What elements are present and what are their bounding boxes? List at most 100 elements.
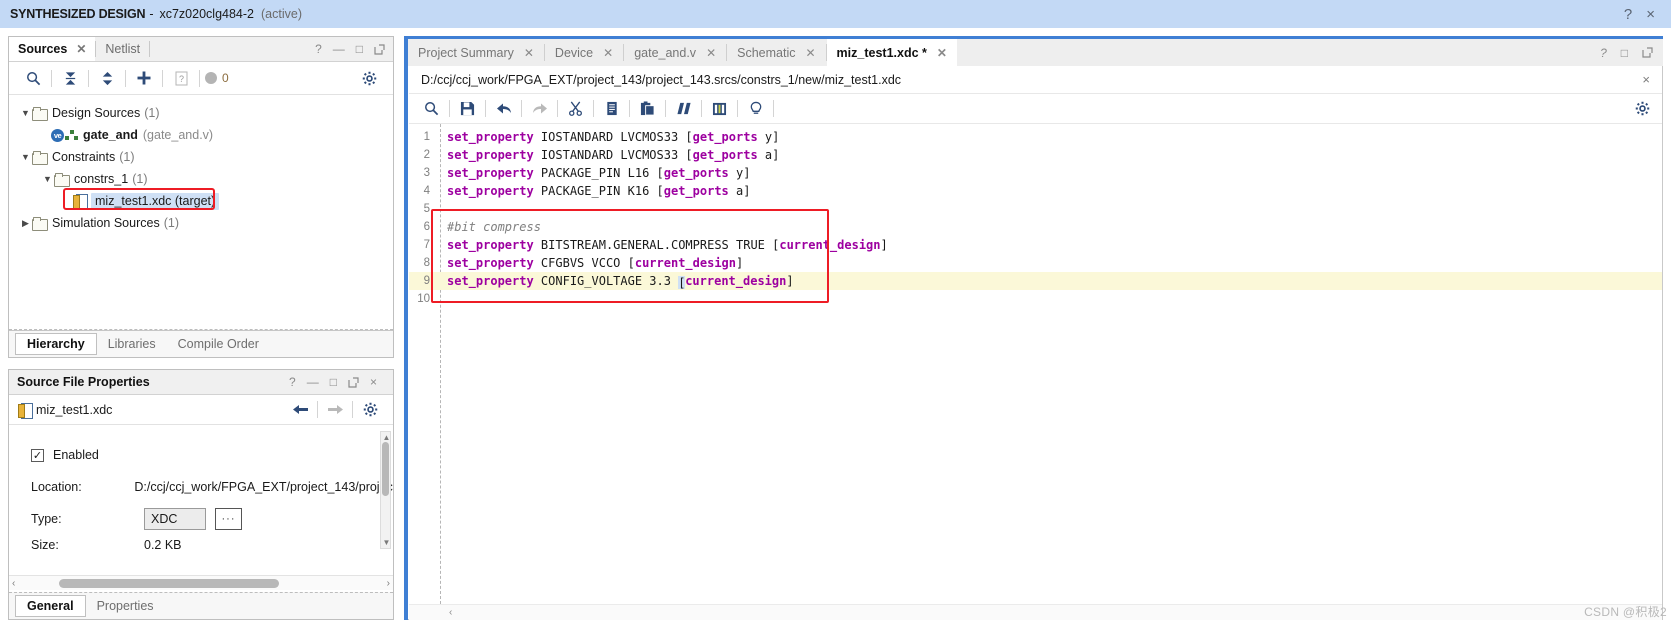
minimize-icon[interactable]: — xyxy=(307,375,319,389)
help-icon[interactable]: ? xyxy=(315,42,322,56)
chevron-down-icon[interactable]: ▼ xyxy=(19,152,32,162)
maximize-icon[interactable]: □ xyxy=(356,42,363,56)
expand-all-icon[interactable] xyxy=(92,66,122,91)
search-icon[interactable] xyxy=(417,96,446,121)
paste-icon[interactable] xyxy=(633,96,662,121)
code-span: current_design xyxy=(685,273,787,288)
tab-properties[interactable]: Properties xyxy=(86,596,165,616)
save-icon[interactable] xyxy=(453,96,482,121)
tab-sources[interactable]: Sources ✕ xyxy=(9,37,96,61)
enabled-checkbox[interactable]: ✓ xyxy=(31,448,44,462)
type-browse-button[interactable]: ··· xyxy=(215,508,242,530)
field-type[interactable]: Type: XDC ··· xyxy=(9,503,393,535)
close-icon[interactable]: ✕ xyxy=(603,46,613,60)
undo-icon[interactable] xyxy=(489,96,518,121)
scroll-down-arrow-icon[interactable]: ▼ xyxy=(381,537,392,548)
svg-text:?: ? xyxy=(178,74,183,84)
tab-device[interactable]: Device ✕ xyxy=(544,39,624,66)
float-icon[interactable] xyxy=(348,376,359,388)
settings-gear-icon[interactable] xyxy=(1633,96,1662,121)
float-icon[interactable] xyxy=(1642,47,1653,58)
scroll-right-arrow-icon[interactable]: › xyxy=(387,578,390,589)
sources-tree[interactable]: ▼ Design Sources (1) ve gate_and (gate_a… xyxy=(9,95,393,327)
maximize-icon[interactable]: □ xyxy=(330,375,337,389)
columns-icon[interactable] xyxy=(705,96,734,121)
add-sources-icon[interactable] xyxy=(129,66,159,91)
banner-device-part: xc7z020clg484-2 xyxy=(159,7,254,21)
banner-help-icon[interactable]: ? xyxy=(1624,6,1632,23)
tab-miz-test1-xdc[interactable]: miz_test1.xdc * ✕ xyxy=(826,39,957,66)
tree-item-design-sources[interactable]: ▼ Design Sources (1) xyxy=(9,102,393,124)
type-value[interactable]: XDC xyxy=(144,508,206,530)
tab-gate-and-v[interactable]: gate_and.v ✕ xyxy=(624,39,727,66)
code-line[interactable]: 10 xyxy=(409,290,1662,308)
float-icon[interactable] xyxy=(374,43,385,55)
bulb-icon[interactable] xyxy=(741,96,770,121)
tab-project-summary[interactable]: Project Summary ✕ xyxy=(408,39,544,66)
maximize-icon[interactable]: □ xyxy=(1621,46,1628,60)
scroll-left-arrow-icon[interactable]: ‹ xyxy=(449,607,452,618)
tab-label: miz_test1.xdc * xyxy=(836,45,927,60)
tree-item-constrs-1[interactable]: ▼ constrs_1 (1) xyxy=(9,168,393,190)
close-icon[interactable]: ✕ xyxy=(706,46,716,60)
scrollbar-thumb[interactable] xyxy=(59,578,280,588)
code-line[interactable]: 2 set_property IOSTANDARD LVCMOS33 [get_p… xyxy=(409,146,1662,164)
code-span: a] xyxy=(728,184,751,198)
close-icon[interactable]: × xyxy=(370,375,377,389)
tab-general[interactable]: General xyxy=(15,595,86,617)
code-line[interactable]: 1 set_property IOSTANDARD LVCMOS33 [get_p… xyxy=(409,128,1662,146)
tree-item-gate-and[interactable]: ve gate_and (gate_and.v) xyxy=(9,124,393,146)
scroll-left-arrow-icon[interactable]: ‹ xyxy=(12,578,15,589)
tree-item-constraints[interactable]: ▼ Constraints (1) xyxy=(9,146,393,168)
code-line[interactable]: 8 set_property CFGBVS VCCO [current_desig… xyxy=(409,254,1662,272)
help-doc-icon[interactable]: ? xyxy=(166,66,196,91)
close-icon[interactable]: ✕ xyxy=(805,46,815,60)
tab-label: Project Summary xyxy=(418,45,514,60)
location-label: Location: xyxy=(31,480,82,494)
close-icon[interactable]: ✕ xyxy=(524,46,534,60)
tab-schematic[interactable]: Schematic ✕ xyxy=(727,39,826,66)
search-icon[interactable] xyxy=(18,66,48,91)
code-line[interactable]: 6 #bit compress xyxy=(409,218,1662,236)
chevron-down-icon[interactable]: ▼ xyxy=(41,174,54,184)
toolbar-divider xyxy=(51,69,52,87)
code-line[interactable]: 5 xyxy=(409,200,1662,218)
tree-item-simulation-sources[interactable]: ▶ Simulation Sources (1) xyxy=(9,212,393,234)
code-line[interactable]: 7 set_property BITSTREAM.GENERAL.COMPRESS… xyxy=(409,236,1662,254)
code-editor[interactable]: 1 set_property IOSTANDARD LVCMOS33 [get_p… xyxy=(409,124,1662,604)
properties-vertical-scrollbar[interactable]: ▲ ▼ xyxy=(380,431,391,549)
settings-gear-icon[interactable] xyxy=(356,399,384,421)
tab-hierarchy[interactable]: Hierarchy xyxy=(15,333,97,355)
cut-icon[interactable] xyxy=(561,96,590,121)
editor-horizontal-scrollbar[interactable]: ‹ xyxy=(409,604,1662,620)
close-icon[interactable]: ✕ xyxy=(76,42,86,56)
code-line[interactable]: 9 set_property CONFIG_VOLTAGE 3.3 [curren… xyxy=(409,272,1662,290)
back-arrow-icon[interactable] xyxy=(286,399,314,421)
tab-netlist[interactable]: Netlist xyxy=(96,37,149,61)
tab-libraries[interactable]: Libraries xyxy=(97,334,167,354)
field-enabled[interactable]: ✓ Enabled xyxy=(9,439,393,471)
code-line[interactable]: 4 set_property PACKAGE_PIN K16 [get_ports… xyxy=(409,182,1662,200)
copy-icon[interactable] xyxy=(597,96,626,121)
code-lines[interactable]: 1 set_property IOSTANDARD LVCMOS33 [get_p… xyxy=(409,128,1662,308)
banner-close-icon[interactable]: × xyxy=(1646,6,1655,23)
properties-horizontal-scrollbar[interactable]: ‹ › xyxy=(9,575,393,590)
code-span: get_ports xyxy=(692,148,758,162)
close-icon[interactable]: × xyxy=(1642,72,1662,87)
scrollbar-track[interactable] xyxy=(19,578,382,588)
help-icon[interactable]: ? xyxy=(289,375,296,389)
comment-icon[interactable] xyxy=(669,96,698,121)
minimize-icon[interactable]: — xyxy=(333,42,345,56)
line-number: 7 xyxy=(423,239,430,251)
chevron-right-icon[interactable]: ▶ xyxy=(19,218,32,229)
close-icon[interactable]: ✕ xyxy=(937,46,947,60)
help-icon[interactable]: ? xyxy=(1600,46,1607,60)
collapse-all-icon[interactable] xyxy=(55,66,85,91)
scrollbar-thumb[interactable] xyxy=(382,442,389,496)
sources-panel: Sources ✕ Netlist ? — □ ? 0 ▼ Design Sou… xyxy=(8,36,394,358)
tab-compile-order[interactable]: Compile Order xyxy=(167,334,270,354)
code-line[interactable]: 3 set_property PACKAGE_PIN L16 [get_ports… xyxy=(409,164,1662,182)
settings-gear-icon[interactable] xyxy=(354,66,384,91)
toolbar-divider-8 xyxy=(701,100,702,117)
chevron-down-icon[interactable]: ▼ xyxy=(19,108,32,118)
